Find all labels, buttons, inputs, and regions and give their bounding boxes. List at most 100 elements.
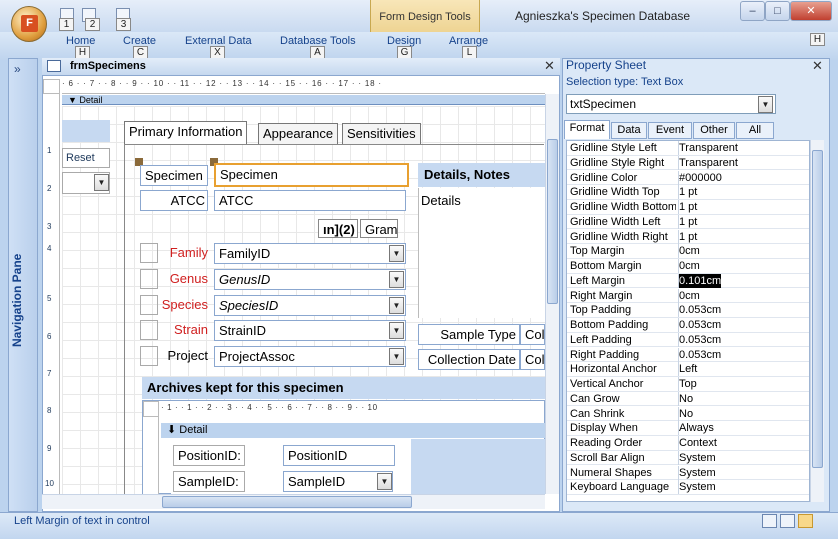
dropdown-arrow-icon[interactable]: ▼ [389, 297, 404, 314]
label-sample-type[interactable]: Sample Type [418, 324, 520, 345]
property-value[interactable]: 1 pt [678, 185, 697, 200]
property-value[interactable]: 0.053cm [678, 347, 721, 362]
property-value[interactable]: 0.053cm [678, 332, 721, 347]
design-view-icon[interactable] [798, 514, 813, 528]
property-value[interactable]: 1 pt [678, 200, 697, 214]
property-value[interactable]: No [678, 406, 693, 421]
property-value[interactable]: 0.053cm [678, 318, 721, 332]
label-specimen[interactable]: Specimen [140, 165, 208, 186]
property-value[interactable]: Transparent [678, 155, 738, 170]
tab-appearance[interactable]: Appearance [258, 123, 339, 145]
property-row[interactable]: Gridline Width Top 1 pt [567, 185, 809, 200]
minimize-button[interactable]: – [740, 1, 765, 21]
property-value[interactable]: Context [678, 436, 717, 450]
property-row[interactable]: Vertical Anchor Top [567, 377, 809, 392]
office-button[interactable]: F [11, 6, 47, 42]
layout-view-icon[interactable] [780, 514, 795, 528]
dropdown-arrow-icon[interactable]: ▼ [377, 473, 392, 490]
combo-strain[interactable]: StrainID [214, 320, 406, 341]
tab-sensitivities[interactable]: Sensitivities [342, 123, 421, 145]
scroll-thumb[interactable] [162, 496, 412, 508]
label-species[interactable]: Species [154, 295, 208, 314]
property-row[interactable]: Gridline Width Bottom 1 pt [567, 200, 809, 215]
label-position-id[interactable]: PositionID: [173, 445, 245, 466]
dropdown-arrow-icon[interactable]: ▼ [389, 271, 404, 288]
ps-tab-format[interactable]: Format [564, 120, 610, 139]
ps-tab-all[interactable]: All [736, 122, 774, 139]
property-row[interactable]: Keyboard Language System [567, 480, 809, 495]
property-row[interactable]: Top Margin 0cm [567, 244, 809, 259]
property-value[interactable]: Top [678, 377, 697, 391]
combo-project[interactable]: ProjectAssoc [214, 346, 406, 367]
combo-family[interactable]: FamilyID [214, 243, 406, 264]
property-row[interactable]: Can Grow No [567, 391, 809, 407]
property-value[interactable]: Always [678, 421, 714, 436]
dropdown-arrow-icon[interactable]: ▼ [389, 348, 404, 365]
subform-selector[interactable] [143, 401, 159, 417]
tab-primary-information[interactable]: Primary Information [124, 121, 248, 145]
label-sample-id[interactable]: SampleID: [173, 471, 245, 492]
button-n2[interactable]: ın](2) [318, 219, 358, 238]
dropdown-arrow-icon[interactable]: ▼ [389, 322, 404, 339]
property-row[interactable]: Gridline Style Right Transparent [567, 155, 809, 171]
dropdown-arrow-icon[interactable]: ▼ [758, 96, 773, 113]
property-sheet-close-icon[interactable]: ✕ [812, 58, 823, 74]
property-row[interactable]: Numeral Shapes System [567, 465, 809, 481]
expand-chevron-icon[interactable]: » [14, 62, 21, 76]
label-strain[interactable]: Strain [154, 320, 208, 339]
property-value[interactable]: No [678, 391, 693, 406]
property-scrollbar[interactable] [810, 140, 824, 502]
combo-genus[interactable]: GenusID [214, 269, 406, 290]
property-value[interactable]: 0.053cm [678, 303, 721, 318]
document-close-icon[interactable]: ✕ [544, 58, 555, 74]
property-value[interactable]: 0.101cm [678, 273, 722, 288]
property-row[interactable]: Reading Order Context [567, 436, 809, 451]
vertical-scrollbar[interactable] [545, 94, 559, 494]
resize-grip-icon[interactable] [818, 518, 830, 530]
property-row[interactable]: Scroll Bar Align System [567, 450, 809, 466]
property-value[interactable]: Left [678, 362, 697, 377]
combo-species[interactable]: SpeciesID [214, 295, 406, 316]
property-value[interactable]: System [678, 465, 716, 480]
form-view-icon[interactable] [762, 514, 777, 528]
property-row[interactable]: Gridline Style Left Transparent [567, 141, 809, 156]
property-row[interactable]: Gridline Color #000000 [567, 170, 809, 186]
property-row[interactable]: Can Shrink No [567, 406, 809, 422]
property-row[interactable]: Bottom Margin 0cm [567, 259, 809, 274]
maximize-button[interactable]: □ [765, 1, 790, 21]
ps-tab-event[interactable]: Event [648, 122, 692, 139]
scroll-thumb[interactable] [547, 139, 558, 304]
details-label[interactable]: Details [418, 188, 545, 318]
object-selector[interactable]: txtSpecimen [566, 94, 776, 114]
label-collection-date[interactable]: Collection Date [418, 349, 520, 370]
reset-button[interactable]: Reset [62, 148, 110, 168]
ps-tab-data[interactable]: Data [611, 122, 647, 139]
ps-tab-other[interactable]: Other [693, 122, 735, 139]
textbox-collection-date[interactable]: Col [520, 349, 545, 370]
property-row[interactable]: Display When Always [567, 421, 809, 436]
property-row[interactable]: Bottom Padding 0.053cm [567, 318, 809, 333]
textbox-position-id[interactable]: PositionID [283, 445, 395, 466]
subform-detail-bar[interactable]: ⬇ Detail [161, 423, 545, 438]
property-row[interactable]: Top Padding 0.053cm [567, 303, 809, 318]
dropdown-arrow-icon[interactable]: ▼ [94, 174, 109, 191]
label-atcc[interactable]: ATCC [140, 190, 208, 211]
dropdown-arrow-icon[interactable]: ▼ [389, 245, 404, 262]
label-project[interactable]: Project [154, 346, 208, 365]
textbox-atcc[interactable]: ATCC [214, 190, 406, 211]
property-row[interactable]: Gridline Width Right 1 pt [567, 229, 809, 245]
label-genus[interactable]: Genus [154, 269, 208, 288]
textbox-specimen[interactable]: Specimen [214, 163, 409, 187]
subform-archives[interactable]: · 1 · · 1 · · 2 · · 3 · · 4 · · 5 · · 6 … [142, 400, 545, 494]
property-row[interactable]: Horizontal Anchor Left [567, 362, 809, 377]
horizontal-scrollbar[interactable] [42, 494, 545, 509]
close-button[interactable]: ✕ [790, 1, 832, 21]
property-value[interactable]: 0cm [678, 288, 700, 303]
detail-section-bar[interactable]: ▼ Detail [62, 95, 545, 105]
form-selector[interactable] [43, 79, 60, 94]
property-row[interactable]: Left Padding 0.053cm [567, 332, 809, 348]
property-value[interactable]: Transparent [678, 141, 738, 155]
form-design-surface[interactable]: Reset ▼ Primary Information Appearance S… [62, 106, 545, 494]
property-value[interactable]: 0cm [678, 259, 700, 273]
property-value[interactable]: 0cm [678, 244, 700, 259]
